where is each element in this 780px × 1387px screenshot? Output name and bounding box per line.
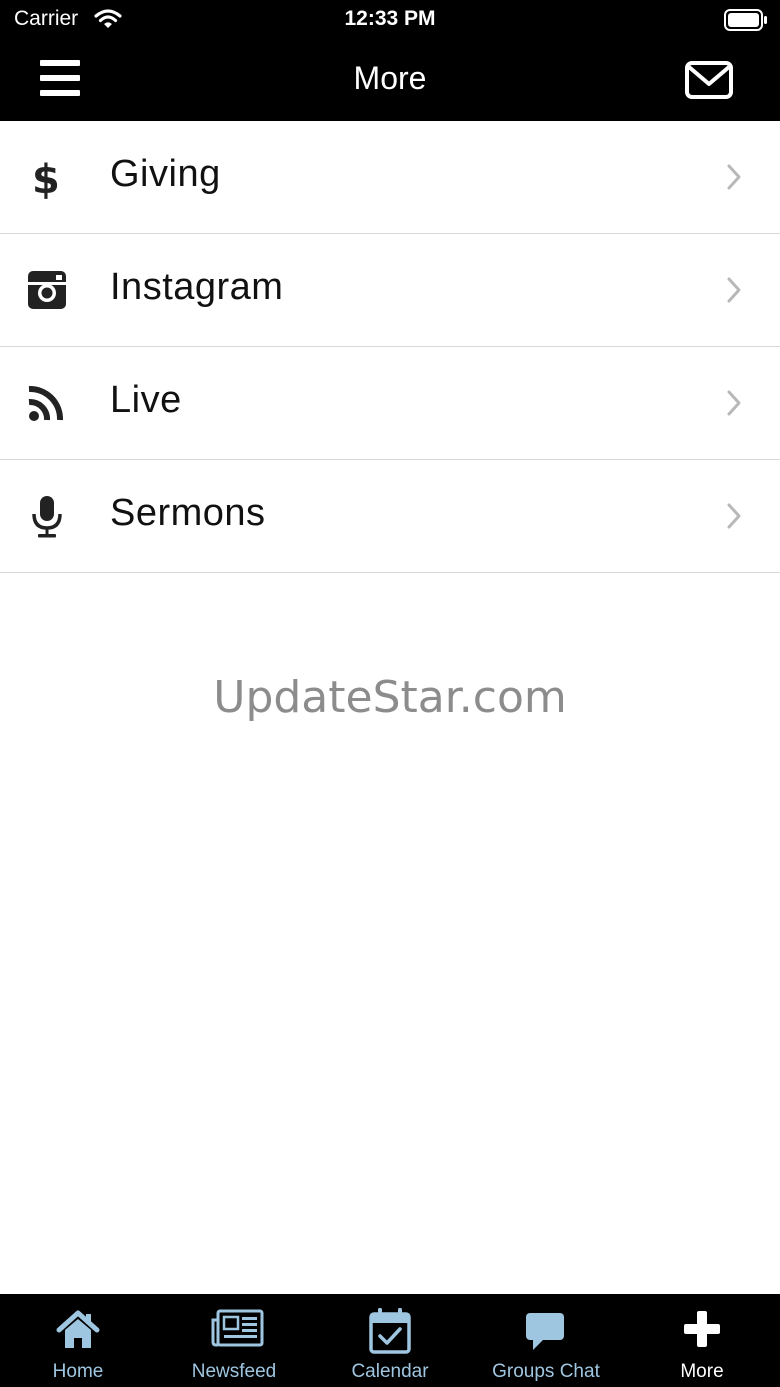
tab-label: More — [680, 1361, 724, 1382]
dollar-icon: $ — [24, 157, 70, 203]
navigation-bar: More — [0, 40, 780, 121]
calendar-icon — [367, 1308, 413, 1354]
menu-item-giving[interactable]: $ Giving — [0, 121, 780, 234]
tab-home[interactable]: Home — [0, 1294, 156, 1387]
tab-label: Newsfeed — [191, 1361, 277, 1382]
menu-item-label: Sermons — [110, 492, 266, 534]
microphone-icon — [24, 496, 70, 538]
mail-icon[interactable] — [684, 60, 736, 102]
tab-groups-chat[interactable]: Groups Chat — [468, 1294, 624, 1387]
battery-icon — [724, 9, 768, 36]
newspaper-icon — [211, 1308, 264, 1352]
chat-bubble-icon — [523, 1308, 569, 1352]
more-menu-list: $ Giving Instagram Live Sermons — [0, 121, 780, 573]
tab-label: Calendar — [351, 1361, 429, 1382]
menu-item-sermons[interactable]: Sermons — [0, 460, 780, 573]
page-title: More — [353, 60, 427, 96]
rss-icon — [24, 383, 70, 425]
menu-item-label: Instagram — [110, 266, 284, 308]
tab-label: Groups Chat — [492, 1361, 600, 1382]
menu-item-instagram[interactable]: Instagram — [0, 234, 780, 347]
chevron-right-icon — [726, 389, 744, 417]
chevron-right-icon — [726, 502, 744, 530]
tab-label: Home — [52, 1361, 104, 1382]
menu-item-live[interactable]: Live — [0, 347, 780, 460]
watermark-text: UpdateStar.com — [213, 672, 567, 723]
chevron-right-icon — [726, 163, 744, 191]
menu-item-label: Live — [110, 379, 182, 421]
tab-more[interactable]: More — [624, 1294, 780, 1387]
svg-text:$: $ — [32, 157, 60, 199]
plus-icon — [679, 1308, 725, 1352]
status-bar: Carrier 12:33 PM — [0, 0, 780, 40]
home-icon — [55, 1308, 101, 1352]
tab-bar: Home Newsfeed Calendar Groups Chat More — [0, 1294, 780, 1387]
chevron-right-icon — [726, 276, 744, 304]
instagram-icon — [24, 270, 70, 312]
clock: 12:33 PM — [344, 7, 436, 30]
menu-item-label: Giving — [110, 153, 221, 195]
tab-calendar[interactable]: Calendar — [312, 1294, 468, 1387]
tab-newsfeed[interactable]: Newsfeed — [156, 1294, 312, 1387]
